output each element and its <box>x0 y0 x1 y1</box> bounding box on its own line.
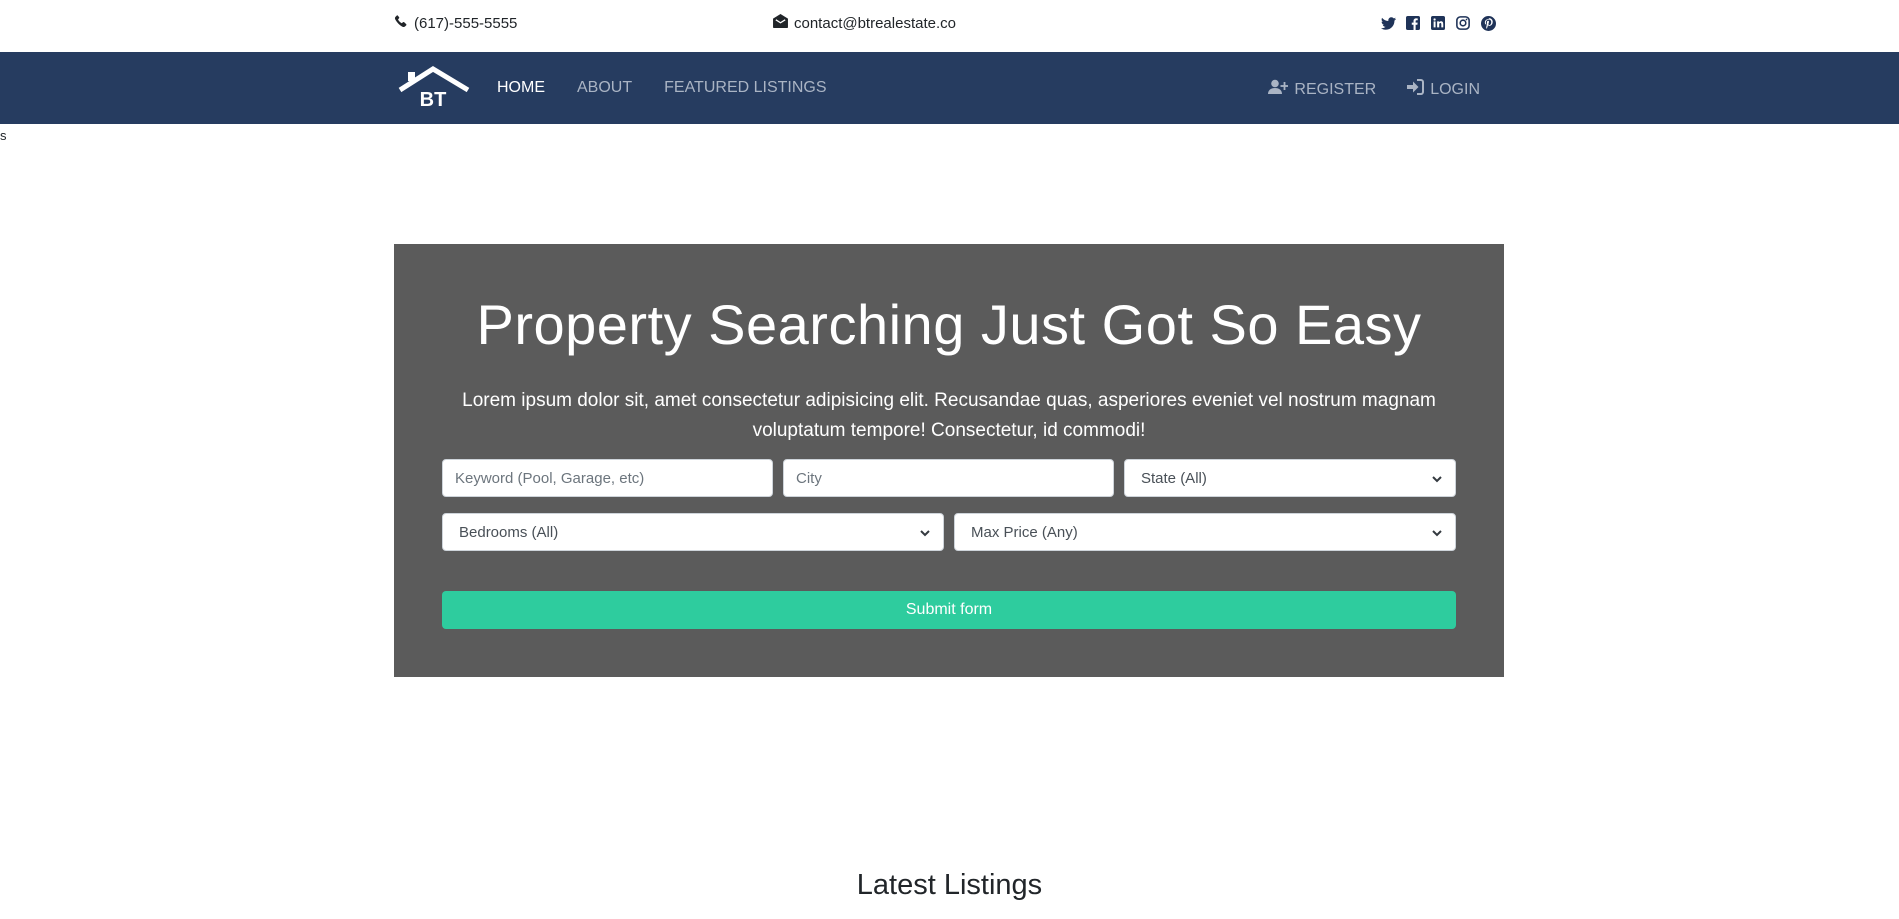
bedrooms-select[interactable]: Bedrooms (All) <box>442 513 944 551</box>
phone-contact: (617)-555-5555 <box>394 14 517 32</box>
phone-number: (617)-555-5555 <box>414 14 518 32</box>
chevron-down-icon <box>1431 526 1443 538</box>
pinterest-icon[interactable] <box>1480 15 1496 31</box>
max-price-select[interactable]: Max Price (Any) <box>954 513 1456 551</box>
submit-form-button[interactable]: Submit form <box>442 591 1456 629</box>
sign-in-icon <box>1406 79 1425 100</box>
email-address: contact@btrealestate.co <box>794 14 956 32</box>
hero-title: Property Searching Just Got So Easy <box>476 293 1422 356</box>
facebook-icon[interactable] <box>1405 15 1421 31</box>
account-nav: REGISTER LOGIN <box>1268 79 1480 100</box>
nav-featured-listings-link[interactable]: FEATURED LISTINGS <box>664 79 826 97</box>
social-links <box>1380 15 1496 31</box>
login-label: LOGIN <box>1430 80 1480 98</box>
nav-about-link[interactable]: ABOUT <box>577 79 632 97</box>
latest-listings-heading: Latest Listings <box>856 869 1043 901</box>
bedrooms-select-value: Bedrooms (All) <box>459 523 559 541</box>
city-input[interactable] <box>783 459 1114 497</box>
logo-text: BT <box>420 89 447 110</box>
keyword-input[interactable] <box>442 459 773 497</box>
envelope-icon <box>773 14 788 32</box>
instagram-icon[interactable] <box>1455 15 1471 31</box>
nav-home-link[interactable]: HOME <box>497 79 545 97</box>
max-price-select-value: Max Price (Any) <box>971 523 1078 541</box>
primary-nav: HOME ABOUT FEATURED LISTINGS <box>497 79 827 97</box>
linkedin-icon[interactable] <box>1430 15 1446 31</box>
site-logo[interactable]: BT <box>396 66 470 111</box>
register-link[interactable]: REGISTER <box>1268 79 1376 100</box>
user-plus-icon <box>1268 79 1289 100</box>
chevron-down-icon <box>1431 472 1443 484</box>
phone-icon <box>394 14 408 32</box>
top-contact-bar: (617)-555-5555 contact@btrealestate.co <box>0 0 1899 52</box>
hero-search-panel: Property Searching Just Got So Easy Lore… <box>394 244 1504 677</box>
email-contact: contact@btrealestate.co <box>773 14 956 32</box>
register-label: REGISTER <box>1294 80 1377 98</box>
twitter-icon[interactable] <box>1380 15 1396 31</box>
main-navbar: BT HOME ABOUT FEATURED LISTINGS REGISTER… <box>0 52 1899 124</box>
state-select[interactable]: State (All) <box>1124 459 1456 497</box>
hero-lead: Lorem ipsum dolor sit, amet consectetur … <box>462 390 1436 441</box>
stray-text: s <box>0 128 7 143</box>
chevron-down-icon <box>919 526 931 538</box>
login-link[interactable]: LOGIN <box>1406 79 1480 100</box>
state-select-value: State (All) <box>1141 469 1207 487</box>
